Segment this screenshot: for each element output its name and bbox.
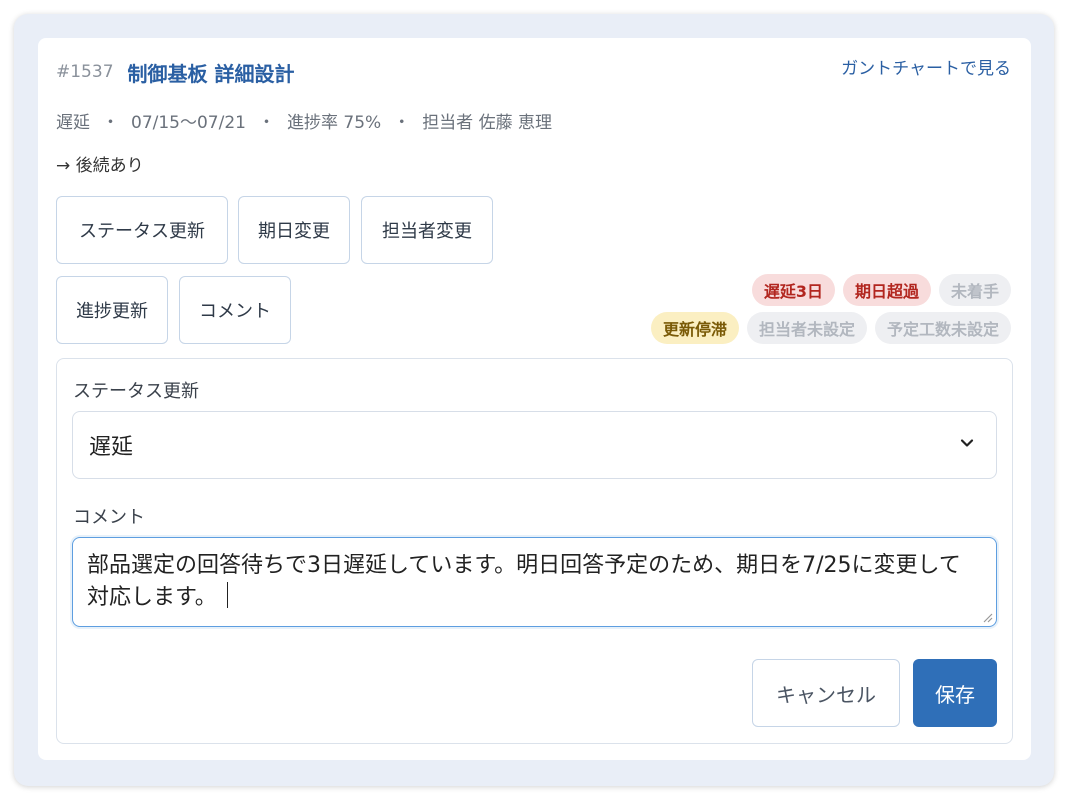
cancel-button[interactable]: キャンセル [752, 659, 900, 727]
task-title: 制御基板 詳細設計 [127, 61, 295, 86]
gantt-chart-link[interactable]: ガントチャートで見る [841, 54, 1011, 79]
status-update-button[interactable]: ステータス更新 [56, 196, 228, 264]
successor-note: → 後続あり [56, 156, 144, 176]
tag-not-started: 未着手 [938, 274, 1011, 306]
tag-no-estimate: 予定工数未設定 [874, 312, 1011, 344]
tag-list: 遅延3日 期日超過 未着手 更新停滞 担当者未設定 予定工数未設定 [571, 274, 1011, 350]
progress-update-button[interactable]: 進捗更新 [56, 276, 168, 344]
assignee-change-button[interactable]: 担当者変更 [361, 196, 493, 264]
meta-status: 遅延 [56, 113, 90, 133]
tag-update-stalled: 更新停滞 [650, 312, 739, 344]
save-button[interactable]: 保存 [913, 659, 997, 727]
tag-row: 更新停滞 担当者未設定 予定工数未設定 [571, 312, 1011, 344]
meta-separator: ・ [102, 113, 119, 133]
tag-delay-days: 遅延3日 [751, 274, 835, 306]
comment-label: コメント [73, 507, 145, 528]
resize-handle-icon[interactable] [981, 611, 993, 623]
due-change-button[interactable]: 期日変更 [238, 196, 350, 264]
task-card: #1537 制御基板 詳細設計 ガントチャートで見る 遅延 ・ 07/15〜07… [38, 38, 1031, 760]
tag-no-assignee: 担当者未設定 [746, 312, 867, 344]
meta-progress: 進捗率 75% [286, 113, 382, 133]
meta-separator: ・ [257, 113, 275, 133]
comment-text: 部品選定の回答待ちで3日遅延しています。明日回答予定のため、期日を7/25に変更… [87, 553, 961, 610]
chevron-down-icon [960, 439, 974, 447]
meta-period: 07/15〜07/21 [131, 113, 246, 133]
text-cursor [226, 582, 229, 608]
task-header: #1537 制御基板 詳細設計 [56, 56, 294, 88]
status-select-value: 遅延 [89, 435, 134, 460]
meta-assignee: 担当者 佐藤 恵理 [422, 113, 552, 133]
tag-row: 遅延3日 期日超過 未着手 [571, 274, 1011, 306]
comment-button[interactable]: コメント [179, 276, 291, 344]
comment-textarea[interactable]: 部品選定の回答待ちで3日遅延しています。明日回答予定のため、期日を7/25に変更… [72, 537, 997, 627]
status-select[interactable]: 遅延 [72, 411, 997, 479]
task-id: #1537 [56, 62, 114, 82]
task-meta: 遅延 ・ 07/15〜07/21 ・ 進捗率 75% ・ 担当者 佐藤 恵理 [56, 108, 552, 133]
status-label: ステータス更新 [73, 381, 199, 402]
status-update-form: ステータス更新 遅延 コメント 部品選定の回答待ちで3日遅延しています。明日回答… [56, 358, 1013, 744]
tag-overdue: 期日超過 [842, 274, 931, 306]
meta-separator: ・ [393, 113, 411, 133]
window-frame: #1537 制御基板 詳細設計 ガントチャートで見る 遅延 ・ 07/15〜07… [14, 14, 1054, 786]
